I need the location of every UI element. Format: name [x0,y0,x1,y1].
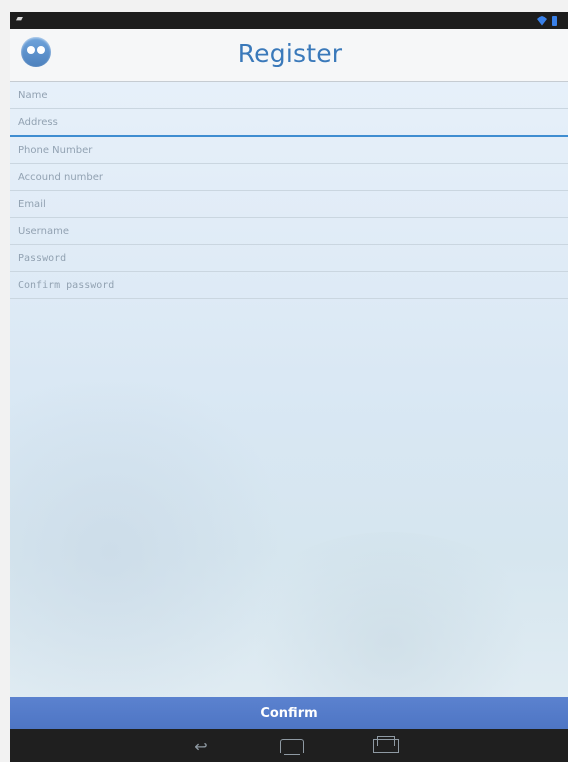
recent-apps-icon[interactable] [373,736,399,753]
name-field [10,82,568,109]
phone-number-input[interactable] [10,137,568,163]
device-frame: ▰ Register Name Address Phone Number Acc… [0,0,568,762]
account-number-input[interactable] [10,164,568,190]
status-bar: ▰ [10,12,568,29]
email-field [10,191,568,218]
confirm-button[interactable]: Confirm [10,697,568,729]
password-input[interactable] [10,245,568,271]
battery-icon [552,15,557,26]
name-input[interactable] [10,82,568,108]
account-number-field [10,164,568,191]
back-icon[interactable]: ↩ [189,739,213,755]
username-input[interactable] [10,218,568,244]
app-logo-icon [21,37,51,67]
app-screen: ▰ Register Name Address Phone Number Acc… [10,12,568,762]
page-title: Register [237,39,343,68]
register-form [10,82,568,299]
phone-number-field [10,137,568,164]
action-bar: Register [10,29,568,82]
username-field [10,218,568,245]
password-field [10,245,568,272]
email-input[interactable] [10,191,568,217]
confirm-password-input[interactable] [10,272,568,298]
navigation-bar: ↩ [10,729,568,762]
notification-icon: ▰ [16,14,23,24]
address-input[interactable] [10,109,568,135]
confirm-password-field [10,272,568,299]
status-icons [537,13,562,28]
home-icon[interactable] [280,739,304,755]
wifi-icon [537,16,547,26]
address-field [10,109,568,137]
